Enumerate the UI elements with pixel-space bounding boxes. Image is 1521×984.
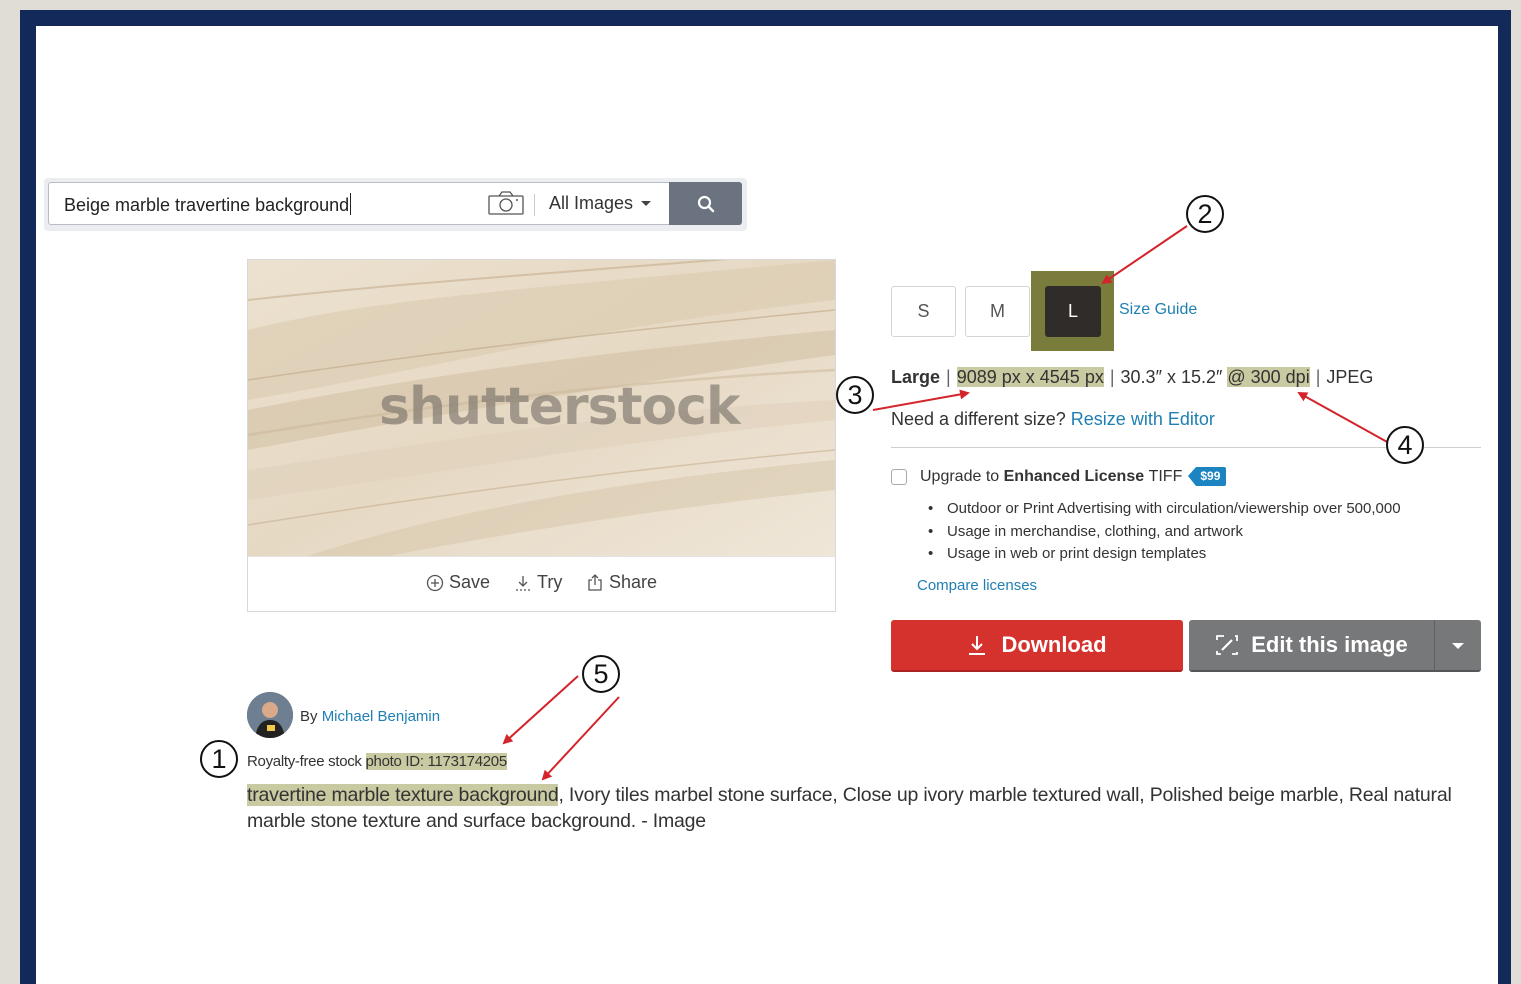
search-divider (534, 194, 535, 216)
camera-icon[interactable] (488, 191, 524, 215)
size-button-m[interactable]: M (965, 286, 1030, 337)
download-arrow-icon (516, 575, 530, 591)
search-button[interactable] (669, 182, 742, 225)
try-label: Try (537, 572, 563, 592)
license-format: TIFF (1148, 467, 1183, 485)
watermark: shutterstock (379, 377, 741, 437)
edit-image-main[interactable]: Edit this image (1189, 620, 1434, 670)
annotation-marker-1: 1 (200, 740, 238, 778)
list-item: Outdoor or Print Advertising with circul… (925, 498, 1401, 521)
annotation-marker-4: 4 (1386, 426, 1424, 464)
magic-wand-icon (1216, 635, 1239, 655)
image-preview-card: shutterstock Save Try Share (247, 259, 836, 612)
photo-id: photo ID: 1173174205 (365, 753, 507, 770)
search-query[interactable]: Beige marble travertine background (64, 193, 352, 216)
print-dimensions: 30.3″ x 15.2″ (1120, 367, 1223, 387)
list-item: Usage in merchandise, clothing, and artw… (925, 521, 1401, 544)
edit-split-divider (1434, 620, 1435, 670)
image-actions: Save Try Share (248, 556, 835, 612)
size-button-s[interactable]: S (891, 286, 956, 337)
download-label: Download (1001, 632, 1107, 657)
chevron-down-icon (641, 201, 652, 206)
license-benefits: Outdoor or Print Advertising with circul… (925, 498, 1401, 566)
download-button[interactable]: Download (891, 620, 1183, 672)
size-spec: Large | 9089 px x 4545 px | 30.3″ x 15.2″ @ … (891, 367, 1374, 387)
enhanced-license-checkbox[interactable] (891, 468, 907, 485)
resize-line: Need a different size? Resize with Edito… (891, 409, 1215, 430)
share-icon (588, 573, 602, 591)
share-label: Share (609, 572, 658, 592)
try-button[interactable]: Try (514, 572, 562, 593)
size-name: Large (891, 367, 941, 387)
download-icon (969, 636, 986, 655)
add-circle-icon (426, 574, 444, 591)
list-item: Usage in web or print design templates (925, 543, 1401, 566)
pixel-dimensions: 9089 px x 4545 px (956, 367, 1104, 387)
avatar[interactable] (247, 692, 293, 738)
by-label: By (300, 708, 318, 725)
enhanced-license-option[interactable]: Upgrade to Enhanced License TIFF $99 (891, 467, 1227, 486)
size-guide-link[interactable]: Size Guide (1119, 301, 1197, 319)
save-button[interactable]: Save (426, 572, 490, 593)
photo-id-line: Royalty-free stock photo ID: 1173174205 (247, 753, 507, 770)
marble-image[interactable]: shutterstock (248, 260, 835, 556)
license-name: Enhanced License (1003, 467, 1145, 485)
compare-licenses-link[interactable]: Compare licenses (917, 577, 1037, 594)
price-tag: $99 (1188, 467, 1227, 486)
license-prefix: Upgrade to (920, 467, 1000, 485)
image-description: travertine marble texture background, Iv… (247, 782, 1477, 834)
chevron-down-icon[interactable] (1452, 643, 1464, 649)
stock-label: Royalty-free stock (247, 753, 362, 770)
annotation-marker-5: 5 (582, 655, 620, 693)
file-format: JPEG (1326, 367, 1374, 387)
edit-label: Edit this image (1251, 632, 1408, 657)
contributor-link[interactable]: Michael Benjamin (322, 708, 440, 725)
image-type-select[interactable]: All Images (549, 193, 652, 214)
share-button[interactable]: Share (586, 572, 657, 593)
resolution-dpi: @ 300 dpi (1227, 367, 1310, 387)
resize-prompt: Need a different size? (891, 409, 1066, 429)
size-button-l[interactable]: L (1045, 286, 1101, 337)
title-keywords: travertine marble texture background (247, 784, 559, 806)
search-icon (697, 195, 714, 212)
save-label: Save (449, 572, 491, 592)
text-caret (350, 193, 352, 215)
annotation-marker-3: 3 (836, 376, 874, 414)
contributor-byline: By Michael Benjamin (300, 708, 440, 725)
edit-image-button[interactable]: Edit this image (1189, 620, 1481, 672)
resize-with-editor-link[interactable]: Resize with Editor (1071, 409, 1215, 429)
annotation-marker-2: 2 (1186, 195, 1224, 233)
